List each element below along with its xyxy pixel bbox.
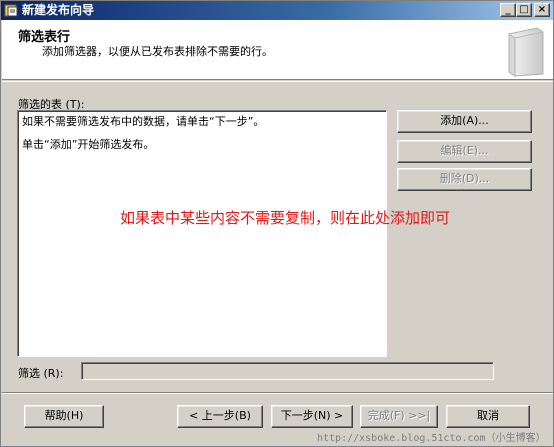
edit-filter-button[interactable]: 编辑(E)... — [397, 140, 532, 163]
wizard-window: 新建发布向导 _ □ × 筛选表行 添加筛选器，以便从已发布表排除不需要的行。 … — [0, 0, 554, 447]
page-subtitle: 添加筛选器，以便从已发布表排除不需要的行。 — [42, 45, 273, 58]
minimize-button[interactable]: _ — [500, 3, 516, 17]
title-bar[interactable]: 新建发布向导 _ □ × — [1, 1, 553, 20]
close-button[interactable]: × — [534, 3, 550, 17]
red-annotation-text: 如果表中某些内容不需要复制，则在此处添加即可 — [120, 209, 451, 227]
footer-separator — [2, 392, 553, 394]
filtered-tables-list[interactable]: 如果不需要筛选发布中的数据，请单击“下一步”。 单击“添加”开始筛选发布。 — [17, 110, 387, 357]
filter-label: 筛选 (R): — [18, 367, 64, 380]
list-hint-line: 单击“添加”开始筛选发布。 — [22, 138, 155, 151]
filter-statement-field[interactable] — [81, 362, 494, 380]
book-icon — [508, 27, 544, 77]
add-filter-button[interactable]: 添加(A)... — [397, 110, 532, 133]
wizard-header: 筛选表行 添加筛选器，以便从已发布表排除不需要的行。 — [2, 20, 553, 80]
cancel-button[interactable]: 取消 — [446, 405, 530, 428]
maximize-button[interactable]: □ — [516, 3, 532, 17]
finish-button[interactable]: 完成(F) >>| — [360, 405, 438, 428]
wizard-app-icon — [4, 4, 18, 17]
window-title: 新建发布向导 — [22, 3, 95, 17]
watermark-text: http://xsboke.blog.51cto.com（小生博客） — [317, 433, 546, 444]
delete-filter-button[interactable]: 删除(D)... — [397, 168, 532, 191]
header-separator — [2, 81, 553, 82]
next-button[interactable]: 下一步(N) > — [271, 405, 353, 428]
help-button[interactable]: 帮助(H) — [24, 405, 104, 428]
back-button[interactable]: < 上一步(B) — [177, 405, 263, 428]
list-hint-line: 如果不需要筛选发布中的数据，请单击“下一步”。 — [22, 115, 265, 128]
